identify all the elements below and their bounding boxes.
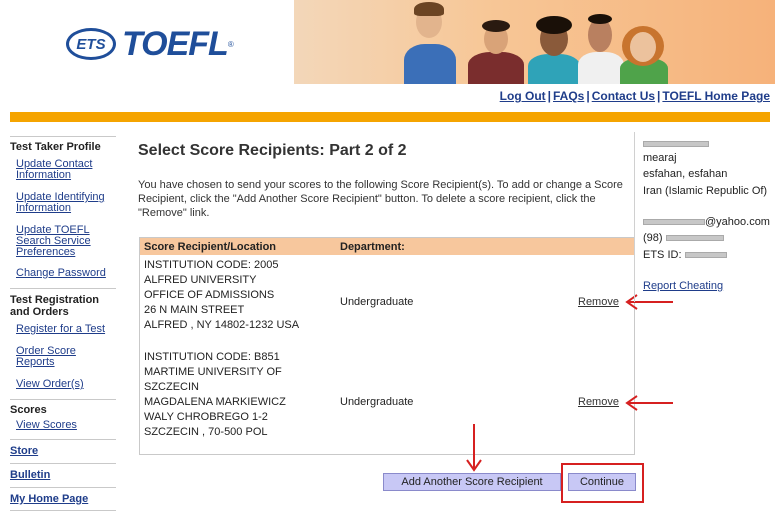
- phone-prefix: (98): [643, 232, 663, 244]
- divider: [10, 288, 116, 289]
- ets-logo: ETS: [66, 28, 116, 60]
- divider: [10, 399, 116, 400]
- annotation-arrow-down-icon: [466, 424, 482, 472]
- student-photo-1: [402, 0, 458, 84]
- sidebar-heading-scores: Scores: [10, 404, 47, 416]
- recipient-department: Undergraduate: [340, 296, 414, 308]
- report-cheating-link[interactable]: Report Cheating: [643, 280, 723, 292]
- recipient-city: SZCZECIN , 70-500 POL: [144, 426, 268, 438]
- toefl-logo: ETS TOEFL ®: [66, 24, 234, 63]
- sidebar-link-my-home-page[interactable]: My Home Page: [10, 493, 116, 505]
- remove-recipient-link[interactable]: Remove: [578, 296, 619, 308]
- table-header: Score Recipient/Location Department:: [140, 238, 634, 255]
- recipient-code: INSTITUTION CODE: B851: [144, 351, 280, 363]
- sidebar-item-change-password[interactable]: Change Password: [10, 268, 116, 279]
- recipient-name: ALFRED UNIVERSITY: [144, 274, 257, 286]
- toefl-home-link[interactable]: TOEFL Home Page: [662, 89, 770, 103]
- divider: [10, 510, 116, 511]
- column-header-department: Department:: [340, 241, 405, 253]
- recipient-code: INSTITUTION CODE: 2005: [144, 259, 279, 271]
- table-row: INSTITUTION CODE: 2005 ALFRED UNIVERSITY…: [144, 258, 299, 333]
- recipient-city: ALFRED , NY 14802-1232 USA: [144, 319, 300, 331]
- continue-button[interactable]: Continue: [568, 473, 636, 491]
- intro-text: You have chosen to send your scores to t…: [138, 179, 623, 219]
- column-header-recipient: Score Recipient/Location: [144, 241, 277, 253]
- header-banner-photo: [294, 0, 775, 84]
- ets-id-label: ETS ID:: [643, 249, 682, 261]
- recipient-office: OFFICE OF ADMISSIONS: [144, 289, 275, 301]
- sidebar-item-view-orders[interactable]: View Order(s): [10, 379, 116, 390]
- divider: [10, 463, 116, 464]
- profile-country: Iran (Islamic Republic Of): [643, 185, 768, 197]
- sidebar-item-update-identifying[interactable]: Update Identifying Information: [10, 192, 106, 214]
- profile-name: mearaj: [643, 152, 677, 164]
- recipient-contact: MAGDALENA MARKIEWICZ: [144, 396, 286, 408]
- header-divider: [10, 112, 770, 122]
- profile-panel: mearaj esfahan, esfahan Iran (Islamic Re…: [634, 132, 775, 302]
- add-recipient-button[interactable]: Add Another Score Recipient: [383, 473, 561, 491]
- student-photo-2: [466, 0, 526, 84]
- student-photo-5: [616, 0, 672, 84]
- toefl-wordmark: TOEFL: [122, 24, 229, 63]
- profile-email: @yahoo.com: [643, 216, 770, 228]
- registered-mark: ®: [227, 39, 234, 49]
- page-title: Select Score Recipients: Part 2 of 2: [138, 142, 407, 159]
- main-content: Select Score Recipients: Part 2 of 2 You…: [138, 142, 634, 220]
- recipient-department: Undergraduate: [340, 396, 414, 408]
- recipient-name: MARTIME UNIVERSITY OF: [144, 366, 282, 378]
- score-recipients-table: Score Recipient/Location Department: INS…: [139, 237, 635, 455]
- student-photo-3: [526, 0, 582, 84]
- email-suffix: @yahoo.com: [705, 216, 770, 228]
- sidebar-item-search-preferences[interactable]: Update TOEFL Search Service Preferences: [10, 225, 102, 258]
- annotation-arrow-left-icon: [625, 395, 673, 411]
- recipient-street: WALY CHROBREGO 1-2: [144, 411, 268, 423]
- table-row: INSTITUTION CODE: B851 MARTIME UNIVERSIT…: [144, 350, 286, 440]
- divider: [10, 136, 116, 137]
- remove-recipient-link[interactable]: Remove: [578, 396, 619, 408]
- sidebar-item-order-score-reports[interactable]: Order Score Reports: [10, 346, 116, 368]
- header-links: Log Out | FAQs | Contact Us | TOEFL Home Page: [499, 89, 770, 103]
- recipient-name-cont: SZCZECIN: [144, 381, 199, 393]
- recipient-street: 26 N MAIN STREET: [144, 304, 245, 316]
- contact-us-link[interactable]: Contact Us: [592, 89, 655, 103]
- logout-link[interactable]: Log Out: [500, 89, 546, 103]
- profile-phone: (98): [643, 232, 724, 244]
- sidebar-item-register-test[interactable]: Register for a Test: [10, 324, 116, 335]
- divider: [10, 439, 116, 440]
- redacted-name: [643, 138, 709, 150]
- faqs-link[interactable]: FAQs: [553, 89, 584, 103]
- profile-ets-id: ETS ID:: [643, 249, 727, 261]
- sidebar-heading-registration: Test Registration and Orders: [10, 294, 100, 318]
- sidebar-item-view-scores[interactable]: View Scores: [10, 420, 116, 431]
- sidebar-nav: Test Taker Profile Update Contact Inform…: [10, 133, 116, 514]
- sidebar-link-store[interactable]: Store: [10, 445, 116, 457]
- sidebar-link-bulletin[interactable]: Bulletin: [10, 469, 116, 481]
- sidebar-heading-profile: Test Taker Profile: [10, 141, 101, 153]
- sidebar-item-update-contact[interactable]: Update Contact Information: [10, 159, 98, 181]
- profile-city: esfahan, esfahan: [643, 168, 728, 180]
- divider: [10, 487, 116, 488]
